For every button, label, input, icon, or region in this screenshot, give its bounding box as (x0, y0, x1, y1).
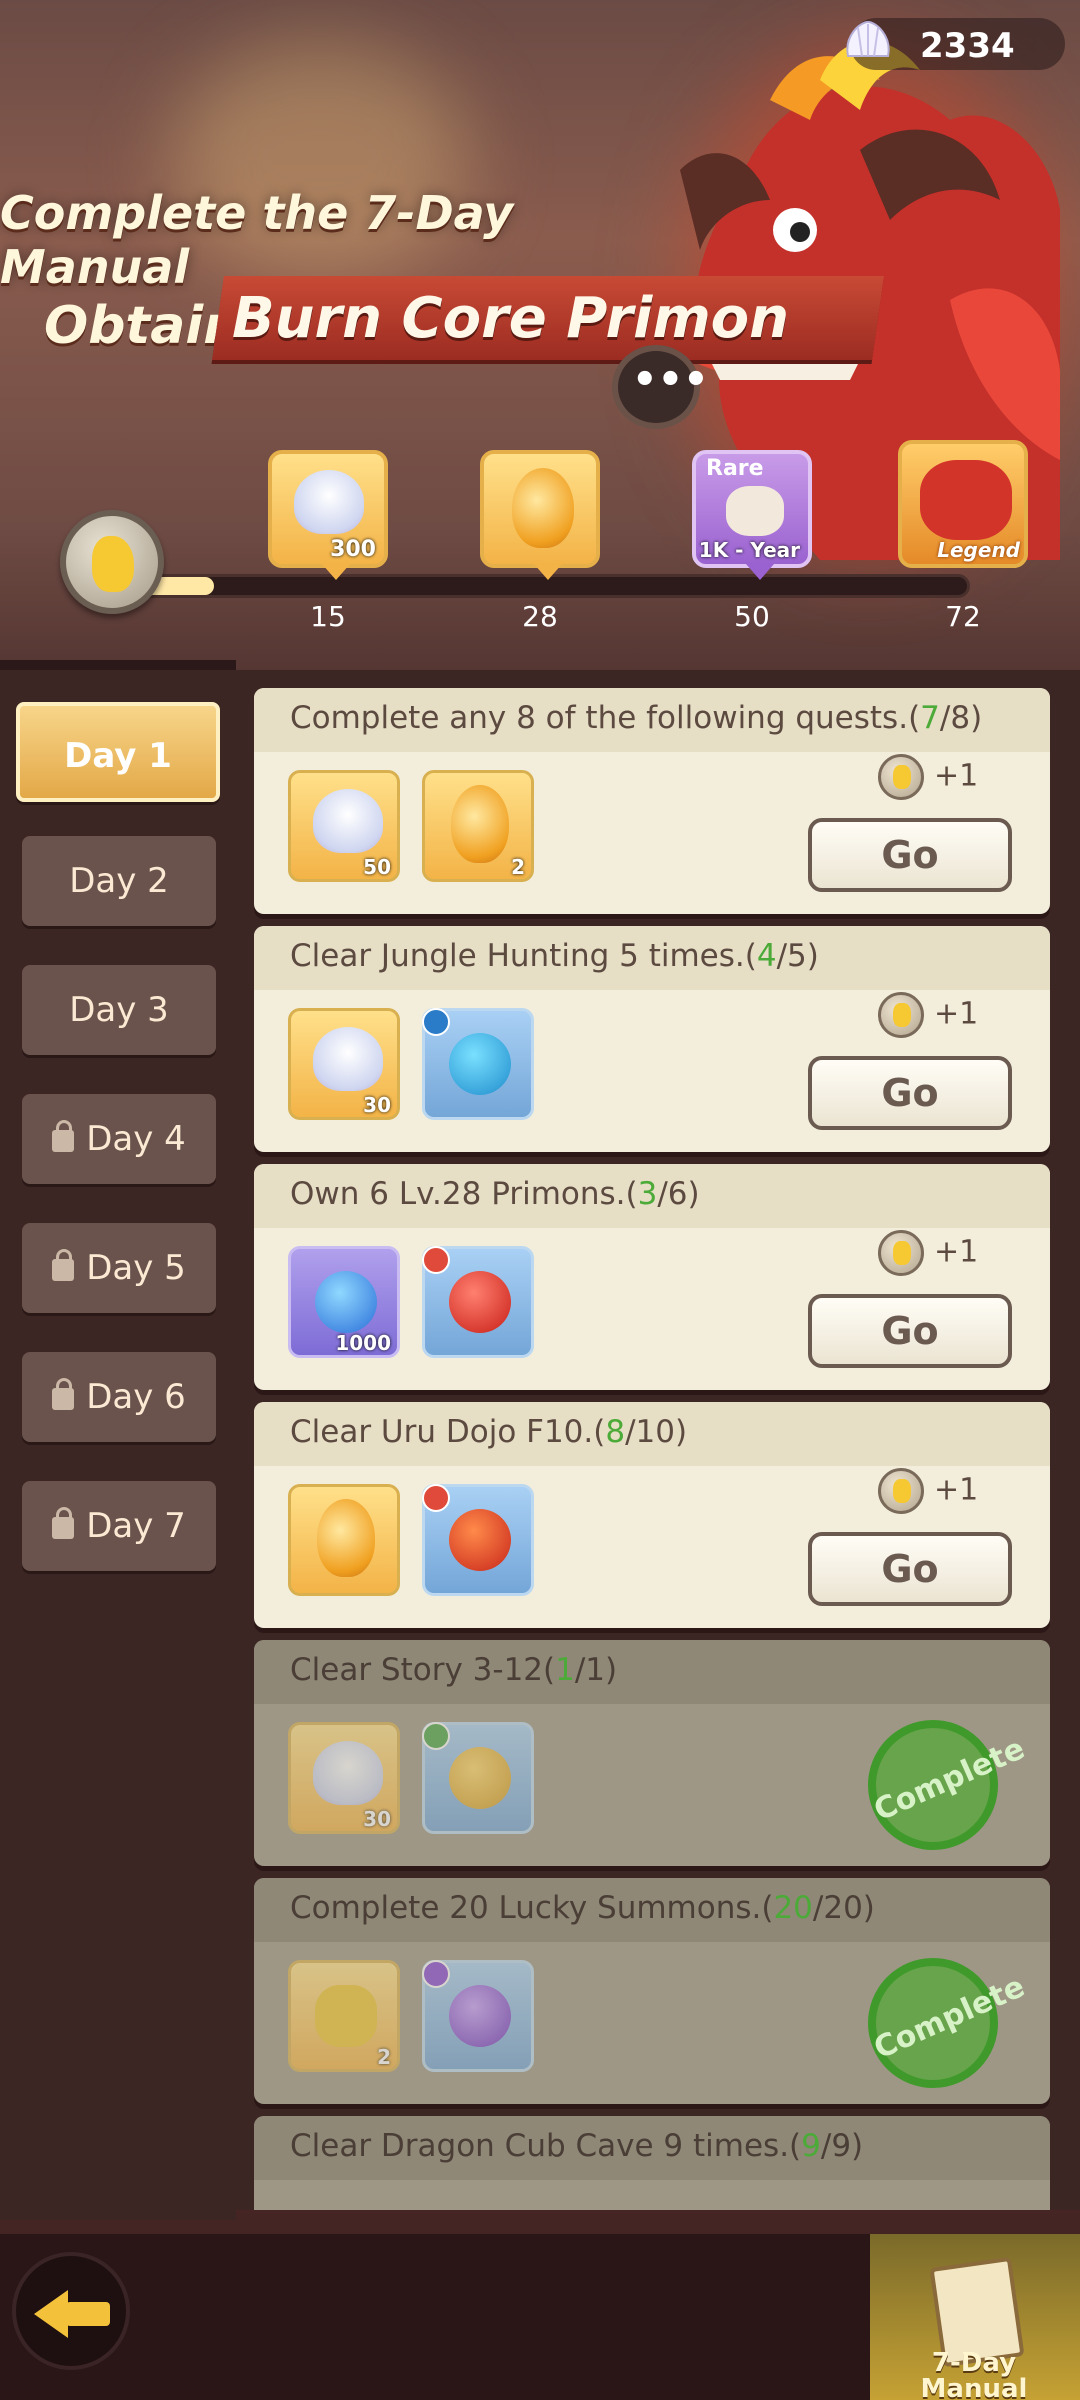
shell-currency: 2334 (846, 18, 1065, 70)
reward-item[interactable] (288, 1484, 400, 1596)
tab-day-4[interactable]: Day 4 (22, 1094, 216, 1184)
milestone-72-reward[interactable]: Legend (898, 440, 1028, 568)
pear-fruit-icon (449, 1747, 511, 1809)
legend-dragon-icon (920, 460, 1012, 540)
tab-day-2[interactable]: Day 2 (22, 836, 216, 926)
reward-item[interactable] (422, 1960, 534, 2072)
tab-day-7[interactable]: Day 7 (22, 1481, 216, 1571)
shell-icon (313, 1741, 383, 1805)
element-tag-icon (422, 1722, 450, 1750)
shell-icon (846, 20, 890, 57)
legend-tag: Legend (937, 538, 1020, 562)
go-button[interactable]: Go (808, 1056, 1012, 1130)
milestone-label: 50 (734, 600, 770, 633)
quest-title: Clear Jungle Hunting 5 times.(4/5) (290, 938, 819, 974)
go-button[interactable]: Go (808, 818, 1012, 892)
element-tag-icon (422, 1960, 450, 1988)
reward-item[interactable]: 2 (422, 770, 534, 882)
quest-card: Clear Jungle Hunting 5 times.(4/5) 30 +1… (254, 926, 1050, 1152)
tab-day-6[interactable]: Day 6 (22, 1352, 216, 1442)
quest-title: Complete 20 Lucky Summons.(20/20) (290, 1890, 875, 1926)
spiral-egg-icon (317, 1499, 375, 1577)
quest-points: +1 (878, 1230, 978, 1276)
chat-bubble-button[interactable]: ••• (612, 345, 709, 429)
quest-card: Own 6 Lv.28 Primons.(3/6) 1000 +1 Go (254, 1164, 1050, 1390)
milestone-qty: 300 (330, 537, 376, 562)
quest-title: Clear Story 3-12(1/1) (290, 1652, 618, 1688)
primon-skull-icon (726, 486, 784, 536)
quest-card: Complete any 8 of the following quests.(… (254, 688, 1050, 914)
quest-card-completed: Complete 20 Lucky Summons.(20/20) 2 Comp… (254, 1878, 1050, 2104)
reward-item[interactable] (422, 1484, 534, 1596)
quest-title: Clear Dragon Cub Cave 9 times.(9/9) (290, 2128, 864, 2164)
rare-tag: Rare (706, 456, 764, 481)
reward-item[interactable] (422, 1722, 534, 1834)
quest-title: Complete any 8 of the following quests.(… (290, 700, 983, 736)
quest-card-completed: Clear Dragon Cub Cave 9 times.(9/9) (254, 2116, 1050, 2210)
shell-icon (294, 470, 364, 534)
blue-berry-icon (315, 1271, 377, 1333)
blue-fruit-icon (449, 1033, 511, 1095)
complete-stamp: Complete (855, 1945, 1030, 2101)
reward-name: Burn Core Primon (232, 286, 790, 351)
quest-points: +1 (878, 992, 978, 1038)
shell-icon (313, 1027, 383, 1091)
point-coin-icon (878, 1468, 924, 1514)
reward-item[interactable] (422, 1008, 534, 1120)
milestone-label: 15 (310, 600, 346, 633)
quest-points: +1 (878, 1468, 978, 1514)
reward-item[interactable]: 30 (288, 1008, 400, 1120)
element-tag-icon (422, 1008, 450, 1036)
quest-card: Clear Uru Dojo F10.(8/10) +1 Go (254, 1402, 1050, 1628)
tab-day-1[interactable]: Day 1 (16, 702, 220, 802)
red-fruit-icon (449, 1271, 511, 1333)
milestone-label: 28 (522, 600, 558, 633)
progress-point-icon (60, 510, 164, 614)
amber-egg-icon (512, 468, 574, 548)
go-button[interactable]: Go (808, 1532, 1012, 1606)
reward-item[interactable]: 30 (288, 1722, 400, 1834)
reward-item[interactable]: 2 (288, 1960, 400, 2072)
reward-item[interactable] (422, 1246, 534, 1358)
tab-day-3[interactable]: Day 3 (22, 965, 216, 1055)
milestone-15-reward[interactable]: 300 (268, 450, 388, 580)
milestone-50-reward[interactable]: Rare 1K - Year (692, 450, 812, 580)
element-tag-icon (422, 1246, 450, 1274)
back-arrow-icon (34, 2290, 68, 2338)
quest-title: Clear Uru Dojo F10.(8/10) (290, 1414, 688, 1450)
back-arrow-icon-stem (66, 2302, 110, 2326)
quest-list[interactable]: Complete any 8 of the following quests.(… (236, 670, 1080, 2210)
milestone-label: 72 (945, 600, 981, 633)
chat-dots-icon: ••• (632, 357, 709, 403)
shell-icon (313, 789, 383, 853)
quest-points: +1 (878, 754, 978, 800)
lock-icon (52, 1507, 75, 1539)
spiral-egg-icon (451, 785, 509, 863)
lock-icon (52, 1249, 75, 1281)
element-tag-icon (422, 1484, 450, 1512)
point-coin-icon (878, 754, 924, 800)
tab-day-5[interactable]: Day 5 (22, 1223, 216, 1313)
currency-value: 2334 (920, 26, 1015, 66)
quest-title: Own 6 Lv.28 Primons.(3/6) (290, 1176, 700, 1212)
quest-card-completed: Clear Story 3-12(1/1) 30 Complete (254, 1640, 1050, 1866)
lock-icon (52, 1120, 75, 1152)
reward-item[interactable]: 50 (288, 770, 400, 882)
complete-stamp: Complete (855, 1707, 1030, 1863)
golden-dino-icon (315, 1985, 377, 2047)
grape-fruit-icon (449, 1985, 511, 2047)
red-orange-fruit-icon (449, 1509, 511, 1571)
obtain-label: Obtain (44, 296, 241, 356)
lock-icon (52, 1378, 75, 1410)
go-button[interactable]: Go (808, 1294, 1012, 1368)
point-coin-icon (878, 992, 924, 1038)
milestone-28-reward[interactable] (480, 450, 600, 580)
day-sidebar: Day 1 Day 2 Day 3 Day 4 Day 5 Day 6 Day … (0, 660, 236, 2220)
milestone-qty: 1K - Year (698, 538, 800, 562)
reward-item[interactable]: 1000 (288, 1246, 400, 1358)
manual-label: 7-Day Manual (920, 2348, 1028, 2400)
point-coin-icon (878, 1230, 924, 1276)
